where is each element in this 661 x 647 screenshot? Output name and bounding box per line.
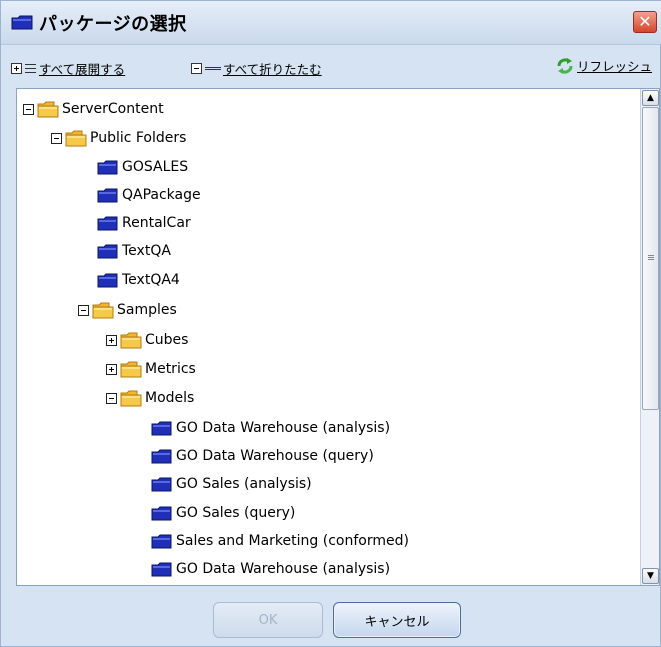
ok-label: OK — [258, 612, 278, 628]
package-icon — [151, 421, 172, 435]
package-icon — [11, 15, 33, 30]
package-icon — [151, 449, 172, 463]
dialog-title: パッケージの選択 — [39, 14, 187, 35]
package-select-dialog: パッケージの選択 ✕ すべて展開する すべて折りたたむ リフレッシュ Serve… — [0, 0, 661, 647]
tree-node-label: Samples — [117, 302, 177, 318]
tree-node-models[interactable]: Models — [106, 386, 194, 410]
tree-node-textqa[interactable]: TextQA — [97, 239, 171, 263]
tree-node-public-folders[interactable]: Public Folders — [51, 126, 186, 150]
tree-node-label: TextQA4 — [122, 272, 180, 288]
refresh-link[interactable]: リフレッシュ — [556, 56, 652, 75]
scroll-down-button[interactable]: ▼ — [642, 568, 659, 584]
tree-node-label: GOSALES — [122, 159, 189, 175]
tree-node-label: TextQA — [122, 243, 171, 259]
tree-node-textqa4[interactable]: TextQA4 — [97, 268, 180, 292]
tree-node-model-item[interactable]: GO Data Warehouse (analysis) — [151, 416, 390, 440]
scroll-up-button[interactable]: ▲ — [642, 90, 659, 106]
tree-node-label: Metrics — [145, 361, 196, 377]
cancel-label: キャンセル — [364, 614, 430, 630]
expand-all-link[interactable]: すべて展開する — [11, 59, 125, 78]
tree-node-label: ServerContent — [62, 101, 164, 117]
tree-node-label: GO Data Warehouse (query) — [176, 448, 374, 464]
tree-node-rentalcar[interactable]: RentalCar — [97, 211, 191, 235]
collapse-toggle[interactable] — [106, 392, 117, 404]
collapse-icon — [191, 63, 202, 74]
folder-open-icon — [120, 390, 142, 406]
folder-open-icon — [120, 332, 142, 348]
tree-node-label: Sales and Marketing (conformed) — [176, 533, 409, 549]
refresh-label[interactable]: リフレッシュ — [577, 56, 652, 75]
tree-node-model-item[interactable]: GO Sales (query) — [151, 501, 295, 525]
chevron-up-icon: ▲ — [647, 93, 654, 103]
chevron-down-icon: ▼ — [647, 571, 654, 581]
folder-open-icon — [65, 130, 87, 146]
expand-toggle[interactable] — [106, 334, 117, 346]
package-icon — [97, 216, 118, 230]
package-icon — [97, 273, 118, 287]
title-bar[interactable]: パッケージの選択 ✕ — [1, 1, 661, 45]
package-icon — [97, 244, 118, 258]
close-icon: ✕ — [638, 12, 652, 31]
tree-node-model-item[interactable]: Sales and Marketing (conformed) — [151, 529, 409, 553]
tree-node-label: Public Folders — [90, 130, 187, 146]
package-icon — [97, 160, 118, 174]
tree-node-label: GO Sales (query) — [176, 505, 296, 521]
collapse-toggle[interactable] — [23, 103, 34, 115]
tree-node-samples[interactable]: Samples — [78, 298, 177, 322]
collapse-all-link[interactable]: すべて折りたたむ — [191, 59, 322, 78]
tree-node-label: GO Data Warehouse (analysis) — [176, 561, 391, 577]
tree-node-label: Cubes — [145, 332, 189, 348]
package-icon — [151, 534, 172, 548]
tree-node-qapackage[interactable]: QAPackage — [97, 183, 201, 207]
tree-node-label: GO Data Warehouse (analysis) — [176, 420, 391, 436]
grip-icon — [648, 255, 654, 261]
tree-node-model-item[interactable]: GO Sales (analysis) — [151, 472, 312, 496]
toolbar: すべて展開する すべて折りたたむ リフレッシュ — [1, 55, 661, 79]
folder-open-icon — [37, 101, 59, 117]
tree-node-model-item[interactable]: GO Data Warehouse (query) — [151, 444, 374, 468]
scroll-thumb[interactable] — [642, 107, 659, 410]
expand-toggle[interactable] — [106, 363, 117, 375]
package-icon — [97, 188, 118, 202]
tree-node-metrics[interactable]: Metrics — [106, 357, 196, 381]
tree-node-model-item[interactable]: GO Data Warehouse (analysis) — [151, 557, 390, 581]
package-icon — [151, 506, 172, 520]
tree-node-servercontent[interactable]: ServerContent — [23, 97, 164, 121]
ok-button[interactable]: OK — [213, 602, 323, 638]
collapse-toggle[interactable] — [78, 304, 89, 316]
package-icon — [151, 562, 172, 576]
folder-open-icon — [120, 361, 142, 377]
folder-open-icon — [92, 302, 114, 318]
vertical-scrollbar[interactable]: ▲ ▼ — [640, 89, 659, 585]
tree-node-label: QAPackage — [122, 187, 201, 203]
list-icon — [25, 64, 36, 73]
collapse-all-label[interactable]: すべて折りたたむ — [223, 59, 322, 78]
refresh-icon — [557, 57, 573, 74]
tree-node-label: RentalCar — [122, 215, 191, 231]
tree-node-cubes[interactable]: Cubes — [106, 328, 188, 352]
close-button[interactable]: ✕ — [633, 11, 657, 33]
cancel-button[interactable]: キャンセル — [333, 602, 461, 638]
tree-node-label: Models — [145, 390, 195, 406]
collapse-toggle[interactable] — [51, 132, 62, 144]
package-icon — [151, 477, 172, 491]
tree-node-label: GO Sales (analysis) — [176, 476, 312, 492]
expand-all-label[interactable]: すべて展開する — [39, 59, 125, 78]
tree-node-gosales[interactable]: GOSALES — [97, 155, 188, 179]
package-tree[interactable]: ServerContent Public Folders GOSALES QAP… — [16, 88, 660, 586]
dash-icon — [205, 67, 221, 70]
expand-icon — [11, 63, 22, 74]
